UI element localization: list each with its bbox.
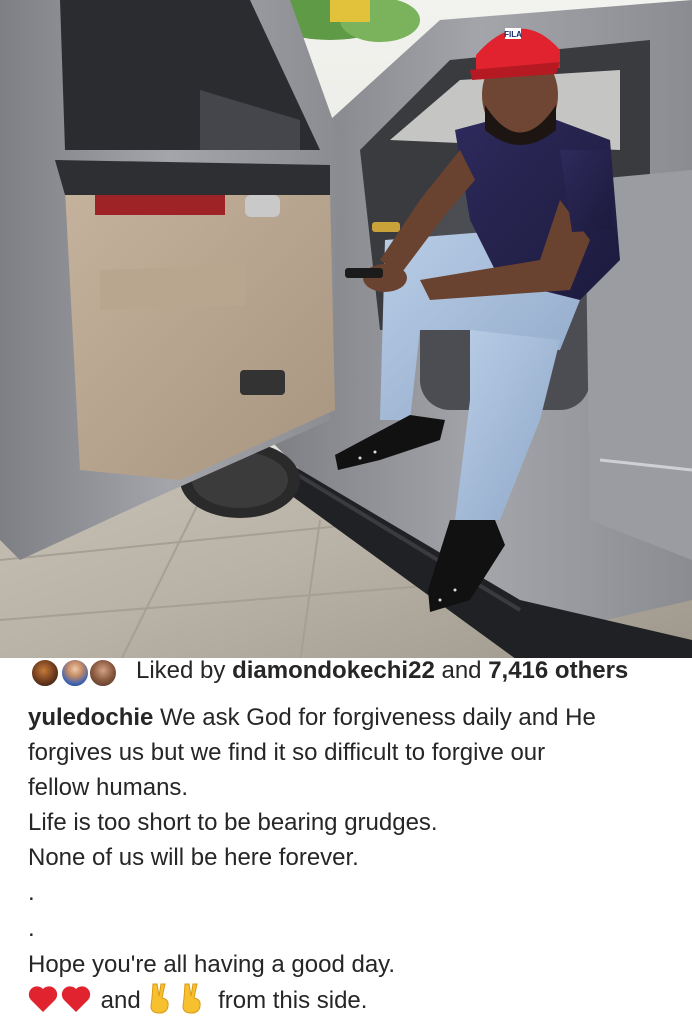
- instagram-post: FILA Liked by diamondokechi22 and 7,416 …: [0, 0, 692, 1024]
- avatar[interactable]: [60, 658, 90, 688]
- caption-text: from this side.: [218, 987, 368, 1014]
- caption-line: Life is too short to be bearing grudges.: [28, 809, 438, 836]
- caption-line: None of us will be here forever.: [28, 844, 359, 871]
- caption-dot: .: [28, 879, 35, 906]
- caption-username-link[interactable]: yuledochie: [28, 704, 153, 731]
- likes-row: Liked by diamondokechi22 and 7,416 other…: [0, 658, 692, 688]
- liker-avatars[interactable]: [30, 658, 122, 688]
- likes-prefix: Liked by: [136, 658, 226, 684]
- likes-connector: and: [441, 658, 482, 684]
- caption-line: yuledochie We ask God for forgiveness da…: [28, 700, 678, 735]
- caption-line: fellow humans.: [28, 774, 189, 801]
- victory-hand-icon: [150, 983, 170, 1014]
- others-link[interactable]: 7,416 others: [488, 658, 628, 684]
- avatar[interactable]: [30, 658, 60, 688]
- likes-summary[interactable]: Liked by diamondokechi22 and 7,416 other…: [136, 658, 628, 686]
- caption-line: forgives us but we find it so difficult …: [28, 739, 546, 766]
- avatar[interactable]: [88, 658, 118, 688]
- red-heart-icon: [28, 986, 58, 1012]
- cap-logo: FILA: [504, 30, 522, 39]
- post-caption: yuledochie We ask God for forgiveness da…: [28, 700, 678, 1018]
- red-heart-icon: [61, 986, 91, 1012]
- caption-line: Hope you're all having a good day.: [28, 951, 396, 978]
- post-photo[interactable]: FILA: [0, 0, 692, 662]
- caption-text: and: [100, 987, 141, 1014]
- caption-dot: .: [28, 915, 35, 942]
- caption-text: We ask God for forgiveness daily and He: [160, 704, 596, 731]
- caption-line: and from this side.: [28, 982, 678, 1018]
- liker-username-link[interactable]: diamondokechi22: [232, 658, 435, 684]
- victory-hand-icon: [182, 983, 202, 1014]
